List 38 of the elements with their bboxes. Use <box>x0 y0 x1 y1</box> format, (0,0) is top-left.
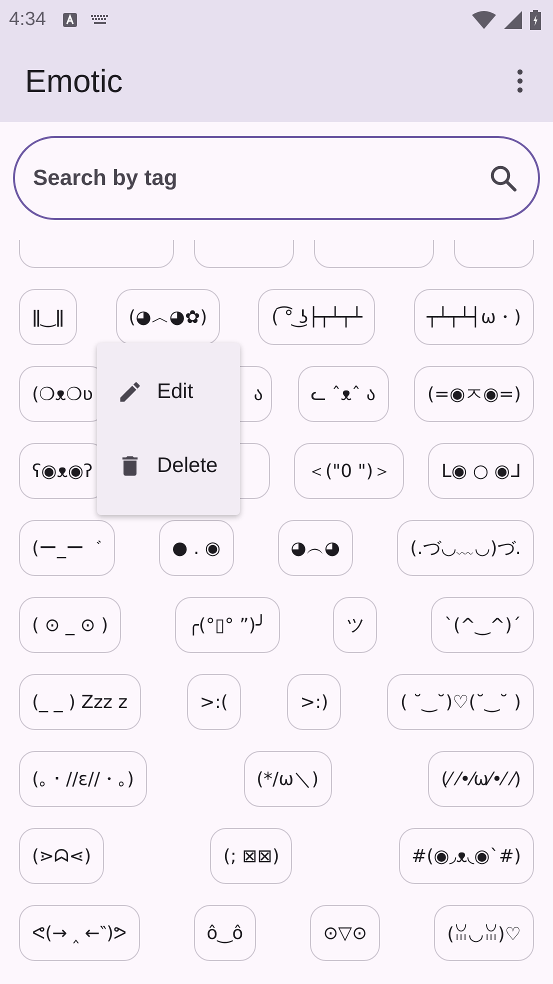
emoticon-chip[interactable]: >:) <box>287 674 342 730</box>
battery-icon <box>530 10 541 30</box>
emoticon-chip[interactable]: ᓚ ˆᴥˆ ა <box>298 366 389 422</box>
emoticon-chip[interactable]: (⋗ᗣ⋖) <box>19 828 104 884</box>
status-time: 4:34 <box>9 9 46 31</box>
emoticon-chip[interactable]: ˋ(^‿^)ˊ <box>431 597 534 653</box>
emoticon-chip[interactable]: ╭(°▯° ”)╯ <box>174 597 280 653</box>
keyboard-letter-icon <box>62 12 78 28</box>
emoticon-chip[interactable]: ô‿ô <box>194 905 256 961</box>
emoticon-chip[interactable]: ⊙▽⊙ <box>310 905 380 961</box>
emoticon-chip[interactable]: ( ⊙ _ ⊙ ) <box>19 597 122 653</box>
emoticon-chip[interactable]: (=◉ㅈ◉=) <box>414 366 534 422</box>
emoticon-chip[interactable]: #(◉◞ᴥ◟◉`#) <box>398 828 534 884</box>
search-icon[interactable] <box>488 163 518 193</box>
emoticon-chip[interactable]: ᕙ(→ ‸ ←‶)ᕗ <box>19 905 140 961</box>
wifi-icon <box>472 11 496 29</box>
emoticon-chip[interactable]: (*/ω＼) <box>244 751 332 807</box>
signal-icon <box>504 11 522 29</box>
emoticon-chip[interactable]: ツ <box>333 597 378 653</box>
emoticon-chip[interactable]: ＜("0 ")＞ <box>294 443 404 499</box>
emoticon-chip[interactable]: (ꈍ◡ꈍ)♡ <box>434 905 534 961</box>
emoticon-chip[interactable]: >:( <box>186 674 241 730</box>
emoticon-chip[interactable]: (.づ◡﹏◡)づ. <box>397 520 534 576</box>
emoticon-chip[interactable]: ( ͡° ͜ʖ├┬┴┬┴ <box>258 289 376 345</box>
emoticon-chip[interactable]: (; ⊠⊠) <box>210 828 292 884</box>
search-field[interactable]: Search by tag <box>13 136 540 220</box>
emoticon-chip[interactable]: (ー_ー゛ <box>19 520 116 576</box>
emoticon-chip[interactable]: ◕︵◕ <box>278 520 354 576</box>
emoticon-chip[interactable]: (_ _ ) Zzz z <box>19 674 141 730</box>
emoticon-chip[interactable]: (⁄ ⁄•⁄ω⁄•⁄ ⁄) <box>428 751 534 807</box>
emoticon-chip[interactable]: (｡・//ε//・｡) <box>19 751 148 807</box>
emoticon-chip[interactable]: ( ˘‿˘)♡(˘‿˘ ) <box>387 674 534 730</box>
app-title: Emotic <box>25 62 123 100</box>
keyboard-icon <box>90 14 110 26</box>
emoticon-chip[interactable]: ᒪ◉ ○ ◉ᒧ <box>428 443 534 499</box>
emoticon-chip[interactable]: ǁ‿ǁ <box>19 289 78 345</box>
emoticon-chip[interactable]: ┬┴┬┴┤ω・) <box>414 289 534 345</box>
emoticon-chip[interactable]: ● . ◉ <box>159 520 234 576</box>
